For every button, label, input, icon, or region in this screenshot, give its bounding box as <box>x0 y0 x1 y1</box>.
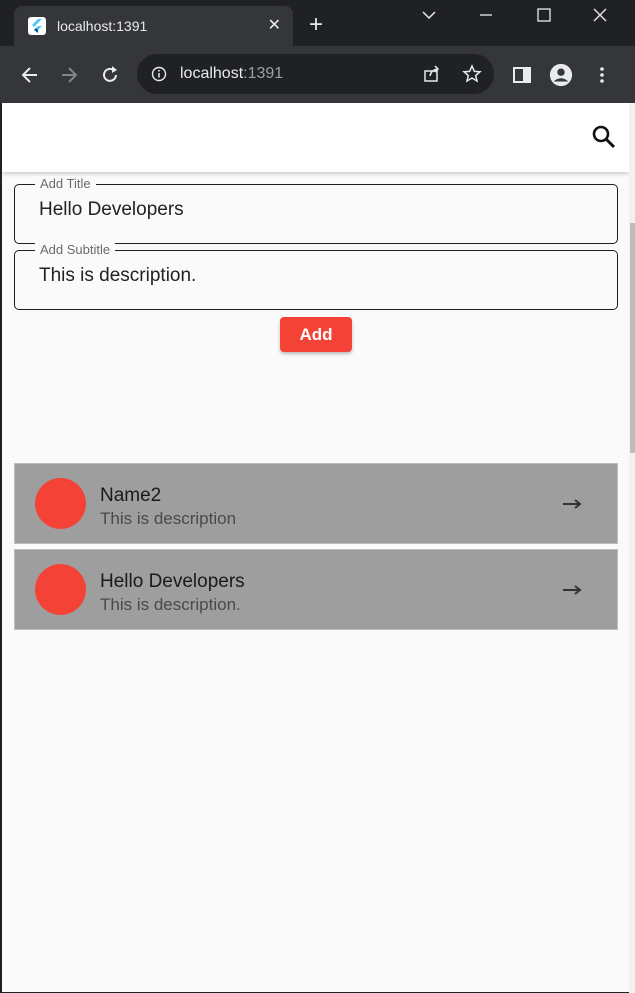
browser-toolbar: localhost:1391 <box>0 46 635 103</box>
page-viewport: Add Title Add Subtitle Add Name2 This is… <box>2 103 629 992</box>
tab-search-chevron-icon[interactable] <box>420 6 438 29</box>
title-field-label: Add Title <box>35 176 96 192</box>
new-tab-button[interactable]: + <box>309 13 323 37</box>
title-field[interactable]: Add Title <box>14 176 618 244</box>
list-item-title: Hello Developers <box>100 571 245 592</box>
subtitle-field-label: Add Subtitle <box>35 242 116 258</box>
list-item[interactable]: Name2 This is description <box>14 463 618 544</box>
tab-title: localhost:1391 <box>57 18 148 34</box>
side-panel-icon[interactable] <box>510 63 534 87</box>
url-text: localhost:1391 <box>180 65 283 83</box>
list-item[interactable]: Hello Developers This is description. <box>14 549 618 630</box>
site-info-icon[interactable] <box>151 66 167 87</box>
arrow-forward-icon[interactable] <box>561 493 583 520</box>
tab-strip: localhost:1391 ✕ + <box>0 0 635 46</box>
address-bar[interactable]: localhost:1391 <box>137 54 494 94</box>
avatar <box>35 564 86 615</box>
close-window-icon[interactable] <box>591 6 609 29</box>
arrow-forward-icon[interactable] <box>561 579 583 606</box>
title-input[interactable] <box>39 199 599 221</box>
list-item-subtitle: This is description. <box>100 595 241 614</box>
back-arrow-icon[interactable] <box>18 63 42 87</box>
bookmark-star-icon[interactable] <box>462 64 482 89</box>
url-port: :1391 <box>243 65 284 82</box>
forward-arrow-icon[interactable] <box>57 63 81 87</box>
profile-avatar-icon[interactable] <box>549 63 573 87</box>
page-scrollbar[interactable] <box>629 103 635 993</box>
more-menu-icon[interactable] <box>590 63 614 87</box>
browser-tab[interactable]: localhost:1391 ✕ <box>14 6 293 46</box>
app-bar <box>2 103 629 172</box>
list-item-subtitle: This is description <box>100 509 237 528</box>
url-host: localhost <box>180 65 244 82</box>
subtitle-input[interactable] <box>39 265 599 287</box>
search-icon[interactable] <box>591 124 617 150</box>
minimize-icon[interactable] <box>477 6 495 29</box>
avatar <box>35 478 86 529</box>
flutter-favicon-icon <box>28 17 46 35</box>
maximize-icon[interactable] <box>535 6 553 29</box>
subtitle-field[interactable]: Add Subtitle <box>14 242 618 310</box>
reload-icon[interactable] <box>98 63 122 87</box>
add-button[interactable]: Add <box>280 317 352 352</box>
list-item-title: Name2 <box>100 485 162 506</box>
close-tab-icon[interactable]: ✕ <box>268 16 281 36</box>
scrollbar-thumb[interactable] <box>630 223 635 453</box>
share-icon[interactable] <box>422 64 442 89</box>
